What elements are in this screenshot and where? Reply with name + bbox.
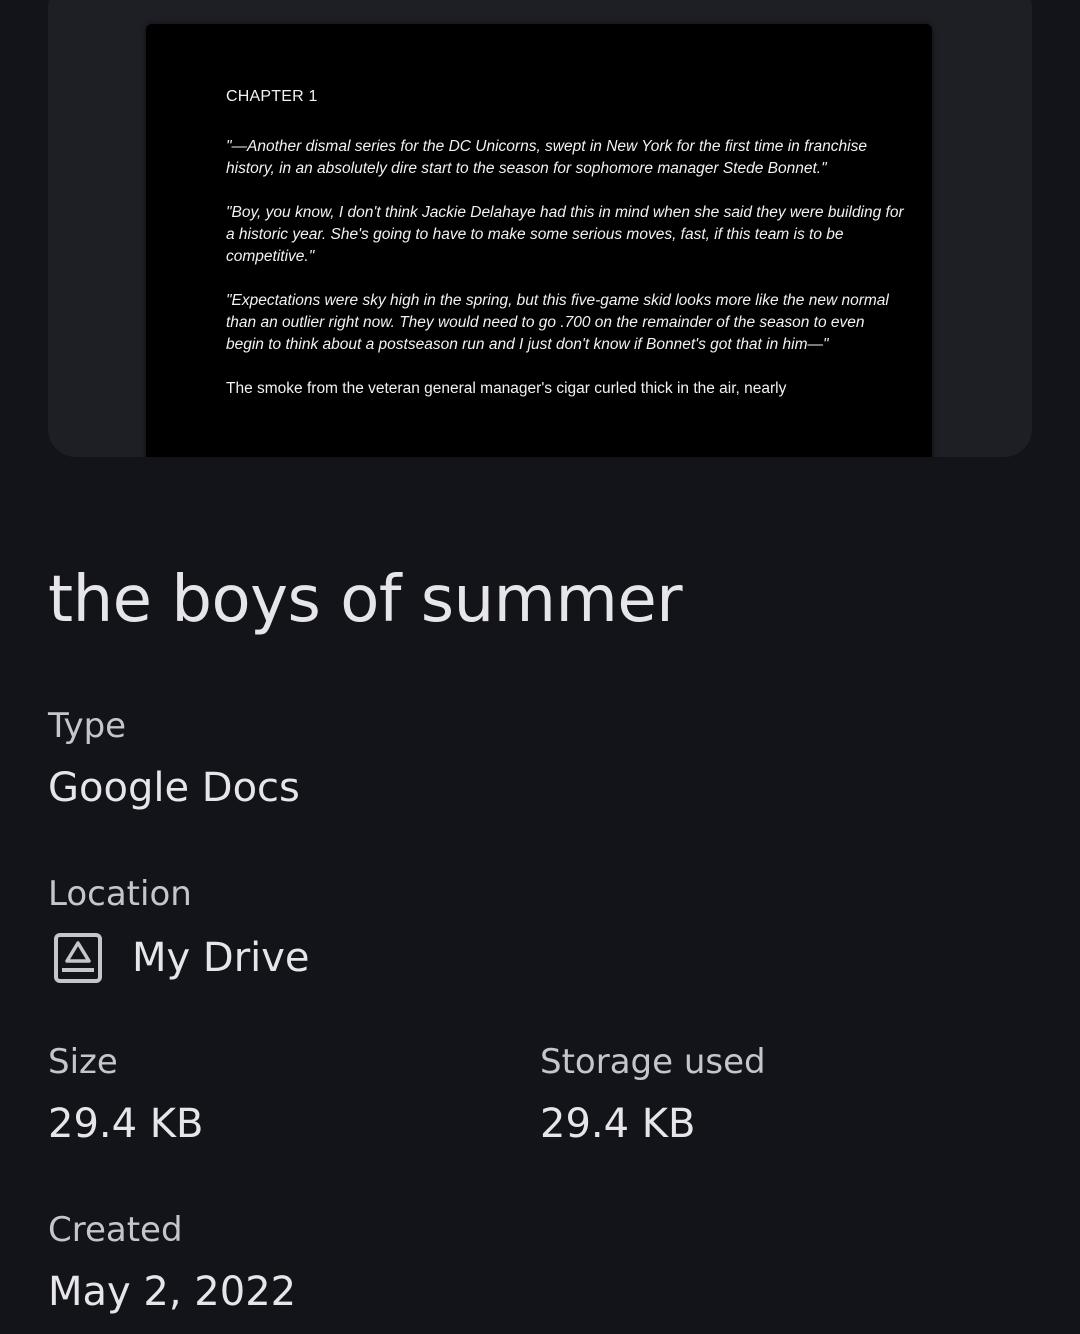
created-value: May 2, 2022 (48, 1269, 297, 1315)
preview-paragraph: The smoke from the veteran general manag… (226, 380, 787, 397)
preview-chapter-heading: CHAPTER 1 (226, 88, 318, 105)
created-label: Created (48, 1210, 183, 1250)
storage-used-field: Storage used 29.4 KB (540, 1042, 766, 1148)
type-field: Type Google Docs (48, 706, 300, 812)
location-field: Location My Drive (48, 874, 310, 988)
location-value: My Drive (132, 935, 310, 981)
preview-paragraph: "Boy, you know, I don't think Jackie Del… (226, 204, 904, 265)
storage-used-label: Storage used (540, 1042, 766, 1082)
size-label: Size (48, 1042, 118, 1082)
location-link[interactable]: My Drive (48, 928, 310, 988)
preview-paragraph: "Expectations were sky high in the sprin… (226, 292, 889, 353)
document-preview-content: CHAPTER 1 "—Another dismal series for th… (226, 88, 906, 422)
size-field: Size 29.4 KB (48, 1042, 203, 1148)
location-label: Location (48, 874, 192, 914)
file-details-page: CHAPTER 1 "—Another dismal series for th… (0, 0, 1080, 1334)
document-preview-card[interactable]: CHAPTER 1 "—Another dismal series for th… (48, 0, 1032, 457)
preview-paragraph: "—Another dismal series for the DC Unico… (226, 138, 867, 177)
created-field: Created May 2, 2022 (48, 1210, 296, 1316)
type-value: Google Docs (48, 765, 300, 811)
type-label: Type (48, 706, 127, 746)
storage-used-value: 29.4 KB (540, 1101, 696, 1147)
file-title: the boys of summer (48, 563, 683, 637)
size-value: 29.4 KB (48, 1101, 204, 1147)
document-preview-page[interactable]: CHAPTER 1 "—Another dismal series for th… (146, 24, 932, 457)
drive-folder-icon (48, 928, 108, 988)
